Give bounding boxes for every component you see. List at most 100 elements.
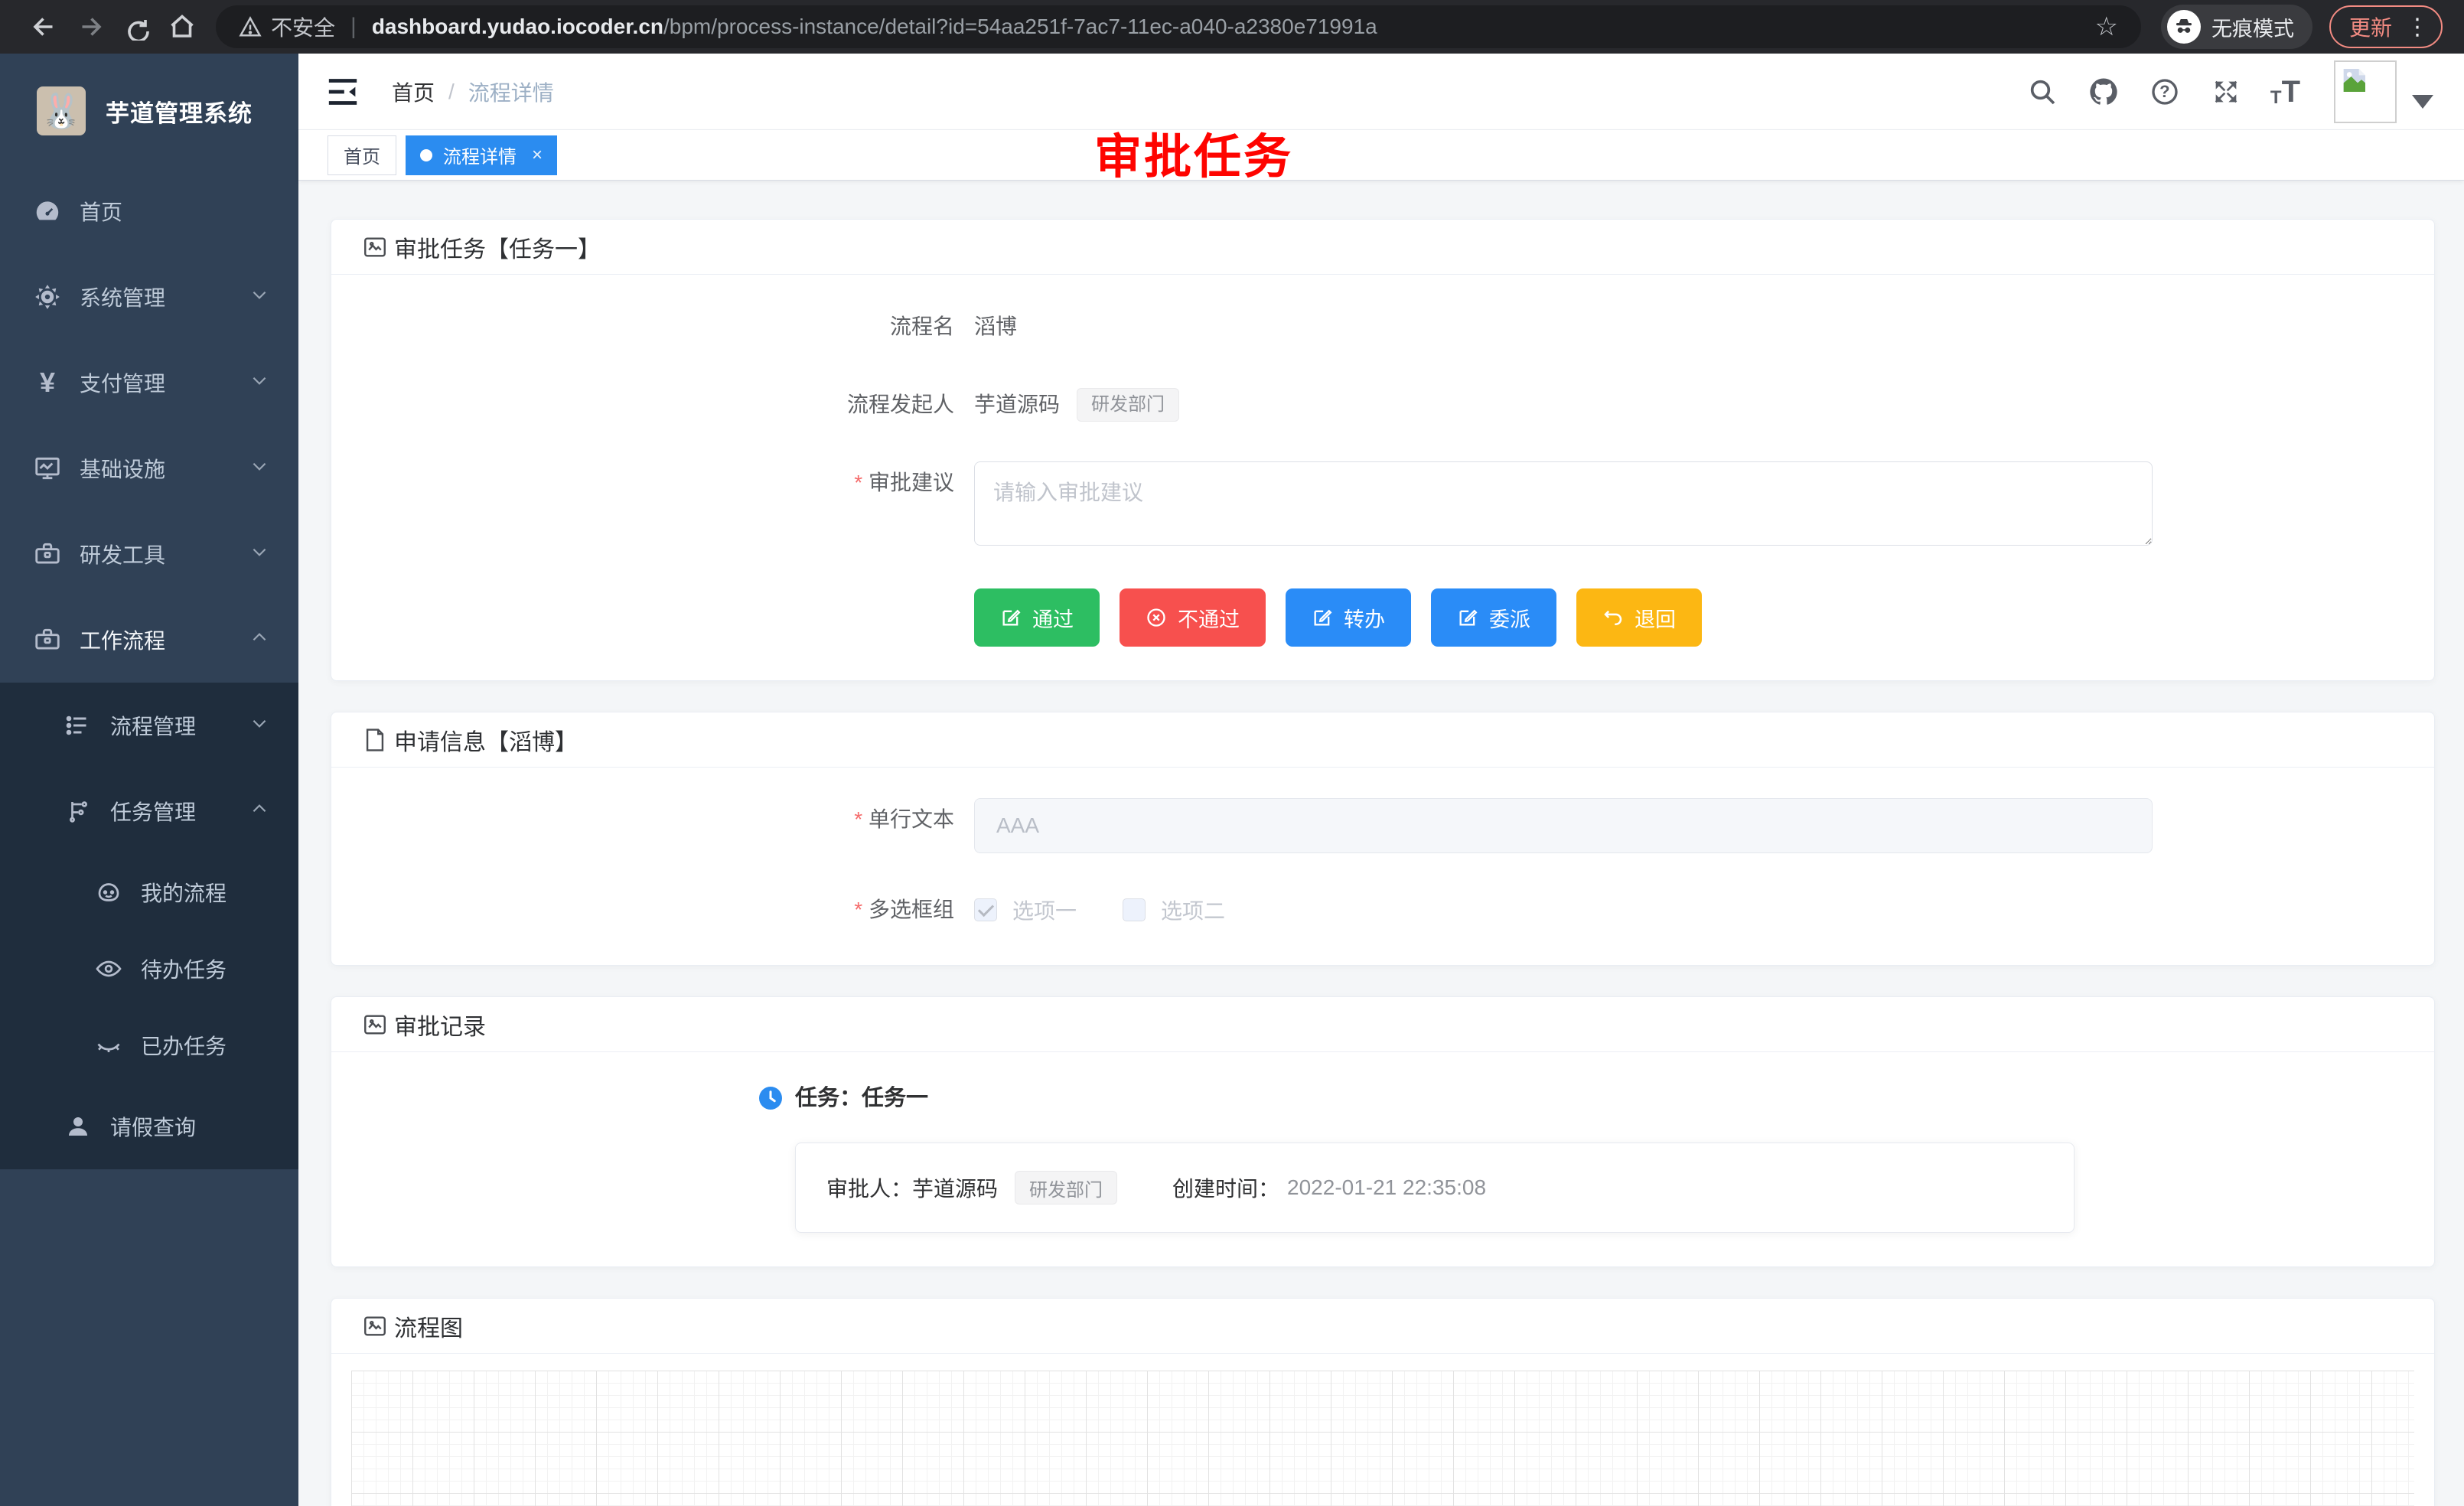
incognito-icon	[2167, 10, 2201, 44]
address-bar[interactable]: 不安全 | dashboard.yudao.iocoder.cn/bpm/pro…	[216, 5, 2141, 48]
edit-icon	[1312, 607, 1333, 628]
incognito-badge: 无痕模式	[2161, 5, 2312, 49]
tags-view: 首页 流程详情 ×	[298, 130, 2464, 181]
browser-reload-icon[interactable]	[113, 4, 159, 50]
sidebar-item-payment[interactable]: ¥ 支付管理	[0, 340, 298, 425]
single-text-input	[974, 798, 2153, 853]
record-card: 审批人：芋道源码 研发部门 创建时间： 2022-01-21 22:35:08	[795, 1143, 2075, 1233]
browser-menu-icon[interactable]: ⋮	[2406, 14, 2429, 41]
clock-icon	[757, 1084, 784, 1112]
browser-update-button[interactable]: 更新 ⋮	[2329, 5, 2443, 48]
process-name-label: 流程名	[760, 305, 974, 348]
chevron-down-icon	[249, 370, 269, 396]
gear-icon	[32, 282, 63, 311]
browser-toolbar: 不安全 | dashboard.yudao.iocoder.cn/bpm/pro…	[0, 0, 2464, 54]
process-diagram-card: 流程图	[331, 1298, 2435, 1506]
sidebar-item-task-mgmt[interactable]: 任务管理	[0, 768, 298, 854]
breadcrumb: 首页 / 流程详情	[392, 77, 554, 107]
github-icon[interactable]	[2087, 75, 2120, 109]
checkbox-checked-icon	[974, 898, 997, 921]
browser-home-icon[interactable]	[159, 4, 205, 50]
face-icon	[93, 878, 124, 906]
sidebar: 🐰 芋道管理系统 首页 系统管理 ¥	[0, 54, 298, 1506]
created-value: 2022-01-21 22:35:08	[1287, 1175, 1486, 1200]
briefcase-icon	[32, 625, 63, 654]
monitor-icon	[32, 454, 63, 483]
sidebar-item-leave-query[interactable]: 请假查询	[0, 1084, 298, 1169]
picture-icon	[362, 1012, 388, 1038]
bpmn-canvas[interactable]	[351, 1371, 2414, 1506]
browser-back-icon[interactable]	[21, 4, 67, 50]
help-icon[interactable]: ?	[2148, 75, 2182, 109]
approve-button[interactable]: 通过	[974, 588, 1100, 647]
task-title: 任务：任务一	[795, 1083, 2404, 1113]
sidebar-item-label: 待办任务	[141, 953, 227, 984]
sidebar-item-system[interactable]: 系统管理	[0, 254, 298, 340]
sidebar-collapse-icon[interactable]	[326, 77, 360, 107]
sidebar-item-label: 研发工具	[80, 539, 165, 569]
tab-close-icon[interactable]: ×	[532, 145, 543, 166]
circle-close-icon	[1146, 607, 1167, 628]
chevron-down-icon	[249, 456, 269, 481]
app-logo[interactable]: 🐰 芋道管理系统	[0, 54, 298, 168]
comment-label: 审批建议	[760, 461, 974, 546]
flow-tree-icon	[63, 797, 93, 825]
chevron-up-icon	[249, 799, 269, 824]
sidebar-item-devtools[interactable]: 研发工具	[0, 511, 298, 597]
fullscreen-icon[interactable]	[2209, 75, 2243, 109]
sidebar-item-label: 已办任务	[141, 1030, 227, 1061]
security-label: 不安全	[271, 11, 335, 42]
single-text-row: 单行文本	[760, 798, 2404, 853]
delegate-button[interactable]: 委派	[1431, 588, 1556, 647]
approval-records-card: 审批记录 任务：任务一 审批人：芋道源码 研发部门 创建时间：	[331, 996, 2435, 1267]
return-button[interactable]: 退回	[1576, 588, 1702, 647]
eye-closed-icon	[93, 1032, 124, 1059]
sidebar-item-todo-tasks[interactable]: 待办任务	[0, 931, 298, 1007]
card-title: 流程图	[394, 1309, 463, 1343]
bookmark-star-icon[interactable]: ☆	[2095, 11, 2118, 42]
page-content: 审批任务【任务一】 流程名 滔博 流程发起人 芋道源码 研发部门	[298, 181, 2464, 1506]
top-navbar: 首页 / 流程详情 ?	[298, 54, 2464, 130]
update-label[interactable]: 更新	[2349, 11, 2392, 42]
incognito-label: 无痕模式	[2211, 12, 2294, 42]
comment-textarea[interactable]	[974, 461, 2153, 546]
font-size-icon[interactable]: TT	[2270, 77, 2300, 107]
sidebar-item-my-process[interactable]: 我的流程	[0, 854, 298, 931]
picture-icon	[362, 1313, 388, 1339]
breadcrumb-current: 流程详情	[468, 77, 554, 107]
reject-button[interactable]: 不通过	[1120, 588, 1266, 647]
search-icon[interactable]	[2026, 75, 2059, 109]
warning-icon	[239, 15, 262, 38]
document-icon	[362, 727, 388, 753]
tab-process-detail[interactable]: 流程详情 ×	[406, 135, 557, 175]
transfer-button[interactable]: 转办	[1286, 588, 1411, 647]
approver-line: 审批人：芋道源码	[826, 1172, 998, 1203]
process-name-row: 流程名 滔博	[760, 305, 2404, 348]
checkbox-group-row: 多选框组 选项一 选项二	[760, 888, 2404, 931]
user-icon	[63, 1113, 93, 1140]
sidebar-item-workflow[interactable]: 工作流程	[0, 597, 298, 683]
sidebar-item-label: 基础设施	[80, 453, 165, 484]
comment-row: 审批建议	[760, 461, 2404, 546]
avatar-dropdown-caret[interactable]	[2412, 95, 2433, 109]
card-title: 审批任务【任务一】	[394, 230, 601, 264]
sidebar-item-label: 我的流程	[141, 877, 227, 908]
sidebar-item-infra[interactable]: 基础设施	[0, 425, 298, 511]
approval-actions: 通过 不通过 转办 委	[760, 588, 2404, 647]
workflow-submenu: 流程管理 任务管理 我的流程	[0, 683, 298, 1169]
broken-image-icon	[2339, 65, 2369, 96]
sidebar-item-label: 流程管理	[110, 710, 196, 741]
checkbox-group: 选项一 选项二	[974, 888, 1225, 931]
tab-home[interactable]: 首页	[328, 135, 396, 175]
screen: 不安全 | dashboard.yudao.iocoder.cn/bpm/pro…	[0, 0, 2464, 1506]
sidebar-item-process-mgmt[interactable]: 流程管理	[0, 683, 298, 768]
sidebar-item-done-tasks[interactable]: 已办任务	[0, 1007, 298, 1084]
url-path: /bpm/process-instance/detail?id=54aa251f…	[663, 15, 1377, 39]
avatar[interactable]	[2334, 60, 2397, 123]
sidebar-item-label: 系统管理	[80, 282, 165, 312]
breadcrumb-home[interactable]: 首页	[392, 77, 435, 107]
url-host: dashboard.yudao.iocoder.cn	[372, 15, 663, 39]
undo-icon	[1602, 607, 1624, 628]
browser-forward-icon[interactable]	[67, 4, 113, 50]
sidebar-item-home[interactable]: 首页	[0, 168, 298, 254]
